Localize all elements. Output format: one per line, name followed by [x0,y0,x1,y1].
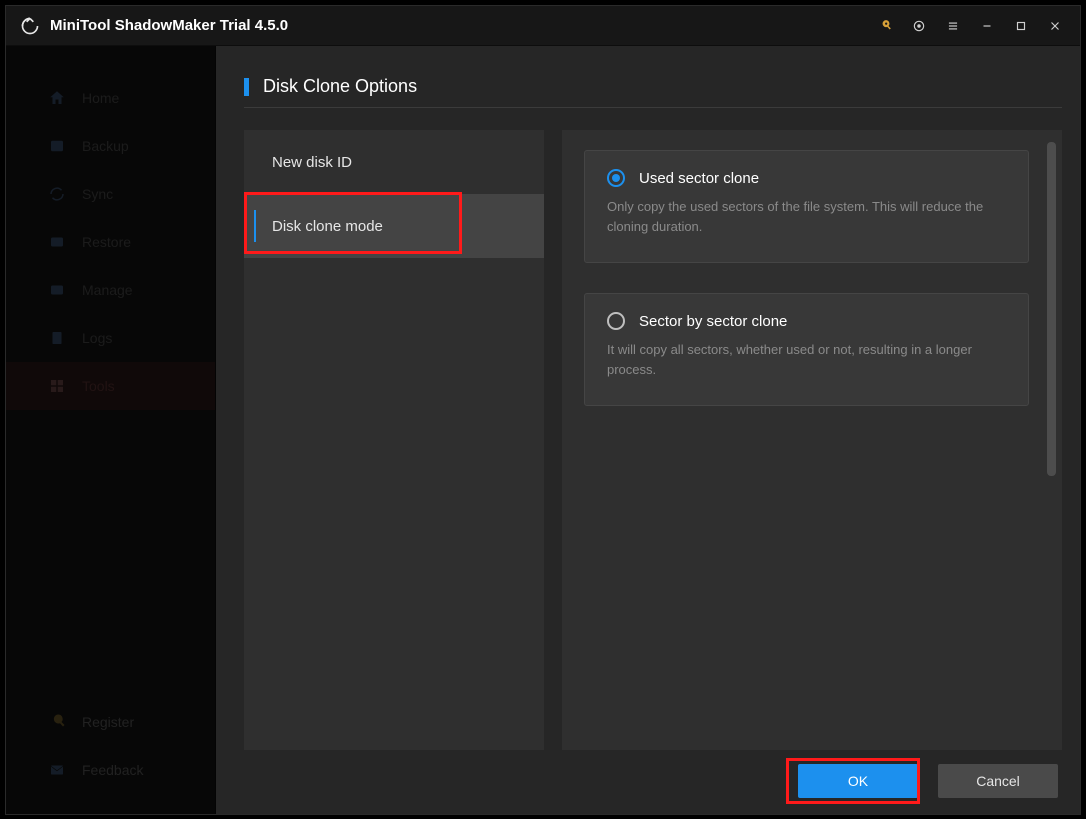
restore-icon [48,233,66,251]
radio-used-sector[interactable] [607,169,625,187]
key-icon [48,713,66,731]
cancel-button[interactable]: Cancel [938,764,1058,798]
sidebar-item-label: Restore [82,234,131,250]
content-area: Disk Clone Options New disk ID Disk clon… [216,46,1080,814]
logs-icon [48,329,66,347]
sidebar-item-label: Sync [82,186,113,202]
sidebar-item-logs[interactable]: Logs [6,314,215,362]
option-title: Used sector clone [639,170,759,187]
sidebar-item-feedback[interactable]: Feedback [6,746,215,794]
disk-icon[interactable] [902,6,936,46]
options-category-panel: New disk ID Disk clone mode [244,130,544,750]
heading-accent [244,78,249,96]
sidebar: Home Backup Sync [6,46,216,814]
maximize-button[interactable] [1004,6,1038,46]
manage-icon [48,281,66,299]
app-window: MiniTool ShadowMaker Trial 4.5.0 [5,5,1081,815]
sidebar-item-manage[interactable]: Manage [6,266,215,314]
sidebar-item-label: Feedback [82,762,143,778]
app-logo-icon [20,16,40,36]
sidebar-item-sync[interactable]: Sync [6,170,215,218]
sidebar-item-label: Manage [82,282,133,298]
minimize-button[interactable] [970,6,1004,46]
option-description: Only copy the used sectors of the file s… [607,197,1006,236]
option-sector-by-sector-clone[interactable]: Sector by sector clone It will copy all … [584,293,1029,406]
close-button[interactable] [1038,6,1072,46]
menu-icon[interactable] [936,6,970,46]
ok-button[interactable]: OK [798,764,918,798]
category-label: New disk ID [272,154,352,171]
option-used-sector-clone[interactable]: Used sector clone Only copy the used sec… [584,150,1029,263]
app-title: MiniTool ShadowMaker Trial 4.5.0 [50,17,288,34]
backup-icon [48,137,66,155]
sidebar-item-restore[interactable]: Restore [6,218,215,266]
page-title: Disk Clone Options [263,76,417,97]
ok-button-label: OK [848,773,868,789]
radio-sector-by-sector[interactable] [607,312,625,330]
scrollbar-thumb[interactable] [1047,142,1056,476]
sidebar-item-label: Logs [82,330,112,346]
tools-icon [48,377,66,395]
sidebar-item-label: Home [82,90,119,106]
key-icon[interactable] [868,6,902,46]
category-label: Disk clone mode [272,218,383,235]
sidebar-item-label: Backup [82,138,129,154]
page-heading: Disk Clone Options [244,76,1062,108]
sidebar-item-backup[interactable]: Backup [6,122,215,170]
option-description: It will copy all sectors, whether used o… [607,340,1006,379]
category-new-disk-id[interactable]: New disk ID [244,130,544,194]
titlebar: MiniTool ShadowMaker Trial 4.5.0 [6,6,1080,46]
sidebar-item-register[interactable]: Register [6,698,215,746]
sync-icon [48,185,66,203]
dialog-footer: OK Cancel [244,764,1062,798]
home-icon [48,89,66,107]
category-disk-clone-mode[interactable]: Disk clone mode [244,194,544,258]
sidebar-item-tools[interactable]: Tools [6,362,215,410]
options-detail-panel: Used sector clone Only copy the used sec… [562,130,1062,750]
mail-icon [48,761,66,779]
sidebar-item-home[interactable]: Home [6,74,215,122]
cancel-button-label: Cancel [976,773,1020,789]
scrollbar[interactable] [1047,142,1056,738]
option-title: Sector by sector clone [639,313,787,330]
sidebar-item-label: Tools [82,378,115,394]
sidebar-item-label: Register [82,714,134,730]
